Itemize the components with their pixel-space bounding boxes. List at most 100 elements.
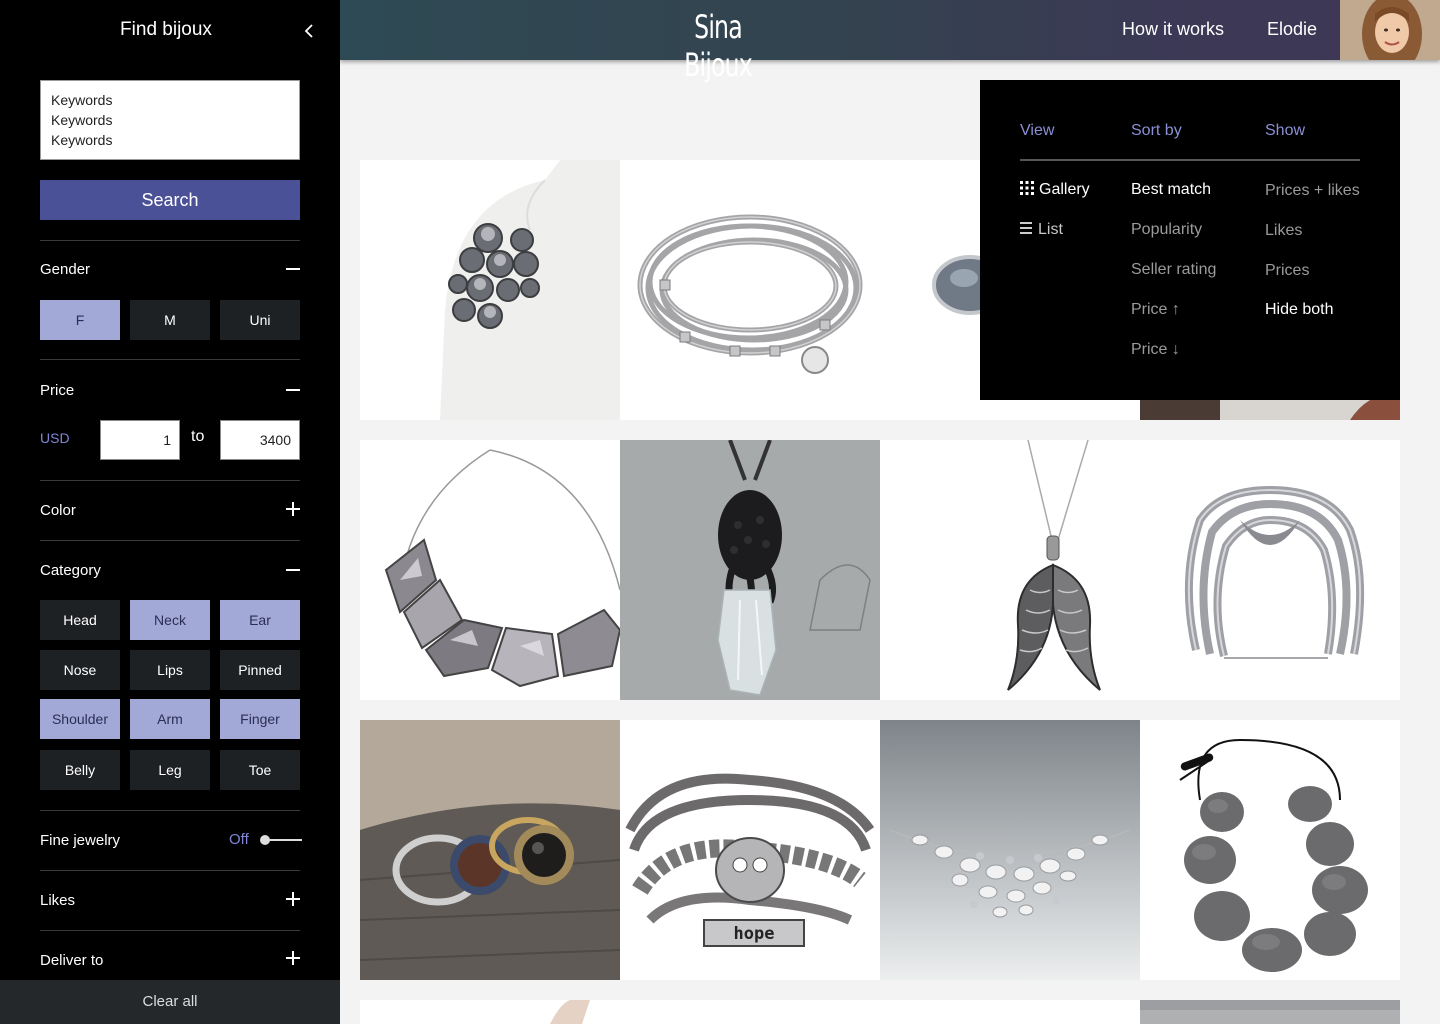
product-tile[interactable] [1140, 720, 1400, 980]
show-prices[interactable]: Prices [1265, 262, 1309, 280]
user-avatar-photo [1340, 0, 1440, 60]
show-likes[interactable]: Likes [1265, 222, 1302, 240]
currency-label: USD [40, 430, 70, 446]
sidebar-title: Find bijoux [120, 19, 212, 40]
clear-all-button[interactable]: Clear all [0, 980, 340, 1024]
brand-logo[interactable]: Sina Bijoux [661, 8, 776, 84]
deliver-to-label: Deliver to [40, 952, 104, 969]
product-tile[interactable] [620, 1000, 880, 1024]
product-tile[interactable] [880, 440, 1140, 700]
product-tile[interactable] [360, 720, 620, 980]
sort-best-match[interactable]: Best match [1131, 181, 1211, 199]
toggle-knob [260, 835, 270, 845]
sort-price-descending[interactable]: Price ↓ [1131, 341, 1180, 359]
product-tile[interactable] [360, 440, 620, 700]
divider [40, 359, 300, 360]
plus-icon[interactable] [284, 949, 302, 967]
category-label: Category [40, 562, 101, 579]
silver-collar-necklace-image [360, 440, 620, 700]
likes-label: Likes [40, 892, 76, 909]
keyword-line: Keywords [51, 92, 113, 108]
divider [40, 870, 300, 871]
filter-sidebar: Find bijoux Keywords Keywords Keywords S… [0, 0, 340, 1024]
grey-pebble-necklace-image [1140, 720, 1400, 980]
category-ear[interactable]: Ear [220, 600, 300, 640]
show-hide-both[interactable]: Hide both [1265, 301, 1334, 319]
divider [40, 240, 300, 241]
product-tile[interactable] [880, 720, 1140, 980]
search-button[interactable]: Search [40, 180, 300, 220]
sort-seller-rating[interactable]: Seller rating [1131, 261, 1216, 279]
angel-wing-pendant-image [880, 440, 1140, 700]
avatar[interactable] [1340, 0, 1440, 60]
top-header: Sina Bijoux How it works Elodie [340, 0, 1440, 84]
category-head[interactable]: Head [40, 600, 120, 640]
how-it-works-link[interactable]: How it works [1122, 19, 1224, 40]
divider [40, 930, 300, 931]
category-toe[interactable]: Toe [220, 750, 300, 790]
plus-icon[interactable] [284, 500, 302, 518]
gender-option-f[interactable]: F [40, 300, 120, 340]
gender-label: Gender [40, 261, 91, 278]
view-header: View [1020, 122, 1055, 139]
product-tile[interactable] [1140, 440, 1400, 700]
category-shoulder[interactable]: Shoulder [40, 699, 120, 739]
fine-jewelry-toggle[interactable] [258, 833, 302, 847]
svg-text:hope: hope [734, 924, 775, 944]
product-tile[interactable] [360, 160, 620, 420]
minus-icon[interactable] [284, 561, 302, 579]
sort-price-ascending[interactable]: Price ↑ [1131, 301, 1180, 319]
collapse-sidebar-button[interactable] [296, 18, 322, 44]
category-leg[interactable]: Leg [130, 750, 210, 790]
tentacle-crystal-pendant-image [620, 440, 880, 700]
view-list-label: List [1038, 221, 1063, 238]
grey-cord-bracelet-image [620, 160, 880, 420]
gender-option-uni[interactable]: Uni [220, 300, 300, 340]
product-tile[interactable] [620, 160, 880, 420]
fine-jewelry-state: Off [229, 831, 249, 848]
show-prices-likes[interactable]: Prices + likes [1265, 182, 1360, 200]
user-name-link[interactable]: Elodie [1267, 19, 1317, 40]
view-gallery-label: Gallery [1039, 181, 1090, 198]
gem-rings-image [360, 720, 620, 980]
dropdown-divider [1020, 159, 1360, 161]
keyword-line: Keywords [51, 112, 113, 128]
category-finger[interactable]: Finger [220, 699, 300, 739]
product-tile[interactable] [1140, 1000, 1400, 1024]
keyword-line: Keywords [51, 132, 113, 148]
list-icon [1020, 222, 1032, 234]
product-tile[interactable] [620, 440, 880, 700]
view-list-option[interactable]: List [1020, 221, 1063, 239]
shoulder-brooch-image [360, 160, 620, 420]
partial-item-2-image [620, 1000, 880, 1024]
category-arm[interactable]: Arm [130, 699, 210, 739]
gender-option-m[interactable]: M [130, 300, 210, 340]
price-max-input[interactable] [220, 420, 300, 460]
category-lips[interactable]: Lips [130, 650, 210, 690]
color-label: Color [40, 502, 76, 519]
product-tile[interactable] [360, 1000, 620, 1024]
plus-icon[interactable] [284, 890, 302, 908]
product-tile[interactable] [880, 1000, 1140, 1024]
product-tile[interactable]: hope [620, 720, 880, 980]
show-header: Show [1265, 122, 1306, 139]
price-to-label: to [191, 428, 205, 445]
fine-jewelry-label: Fine jewelry [40, 832, 121, 849]
price-min-input[interactable] [100, 420, 180, 460]
divider [40, 810, 300, 811]
chevron-left-icon [304, 24, 313, 38]
category-neck[interactable]: Neck [130, 600, 210, 640]
pearl-bib-necklace-image [880, 720, 1140, 980]
grid-icon [1020, 181, 1034, 195]
keywords-input[interactable]: Keywords Keywords Keywords [40, 80, 300, 160]
sort-popularity[interactable]: Popularity [1131, 221, 1202, 239]
category-belly[interactable]: Belly [40, 750, 120, 790]
category-pinned[interactable]: Pinned [220, 650, 300, 690]
minus-icon[interactable] [284, 260, 302, 278]
owl-hope-bracelet-image: hope [620, 720, 880, 980]
divider [40, 540, 300, 541]
view-gallery-option[interactable]: Gallery [1020, 181, 1090, 199]
partial-item-4-image [1140, 1000, 1400, 1024]
minus-icon[interactable] [284, 381, 302, 399]
category-nose[interactable]: Nose [40, 650, 120, 690]
